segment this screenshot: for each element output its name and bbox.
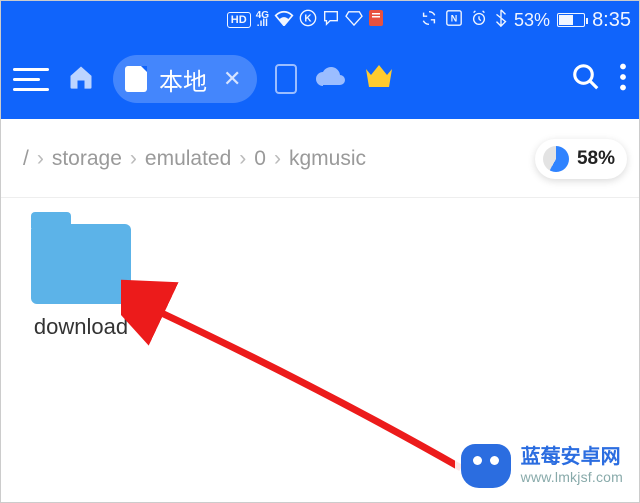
battery-icon — [557, 13, 585, 27]
more-button[interactable] — [619, 63, 627, 96]
device-icon[interactable] — [275, 64, 297, 94]
alarm-icon — [470, 9, 488, 32]
breadcrumb-seg[interactable]: 0 — [248, 147, 272, 171]
folder-label: download — [21, 314, 141, 340]
hd-badge: HD — [227, 12, 251, 28]
chevron-right-icon: › — [239, 147, 246, 171]
breadcrumb-root[interactable]: / — [17, 147, 35, 171]
premium-crown-icon[interactable] — [363, 61, 395, 97]
app-toolbar: 本地 ✕ — [1, 39, 639, 119]
storage-usage-pill[interactable]: 58% — [535, 139, 627, 179]
breadcrumb-seg[interactable]: kgmusic — [283, 147, 372, 171]
close-tab-button[interactable]: ✕ — [223, 66, 241, 92]
network-4g-icon: 4G.ıll — [256, 12, 269, 28]
chevron-right-icon: › — [37, 147, 44, 171]
breadcrumb-seg[interactable]: emulated — [139, 147, 237, 171]
folder-icon — [31, 224, 131, 304]
book-icon — [368, 9, 384, 32]
nfc-icon: N — [445, 9, 463, 32]
svg-text:K: K — [304, 13, 312, 24]
tab-local-storage[interactable]: 本地 ✕ — [113, 55, 257, 103]
sync-icon — [420, 9, 438, 32]
cloud-icon[interactable] — [315, 66, 345, 93]
bluetooth-icon — [495, 9, 507, 32]
chat-icon — [322, 9, 340, 32]
home-button[interactable] — [67, 63, 95, 96]
breadcrumb: / › storage › emulated › 0 › kgmusic 58% — [1, 119, 639, 198]
watermark-logo-icon — [461, 444, 511, 488]
chevron-right-icon: › — [274, 147, 281, 171]
k-circle-icon: K — [299, 9, 317, 32]
watermark-url: www.lmkjsf.com — [521, 469, 623, 485]
annotation-arrow — [121, 268, 481, 498]
usage-percent: 58% — [577, 148, 615, 170]
tab-label: 本地 — [159, 62, 207, 97]
folder-item-download[interactable]: download — [21, 224, 141, 340]
svg-text:N: N — [451, 13, 458, 23]
watermark: 蓝莓安卓网 www.lmkjsf.com — [455, 440, 629, 492]
breadcrumb-seg[interactable]: storage — [46, 147, 128, 171]
chevron-right-icon: › — [130, 147, 137, 171]
pie-icon — [543, 146, 569, 172]
diamond-icon — [345, 10, 363, 31]
menu-button[interactable] — [13, 68, 49, 91]
search-button[interactable] — [571, 62, 601, 97]
status-bar: HD 4G.ıll K N 53% 8:35 — [1, 1, 639, 39]
file-grid: download — [1, 198, 639, 366]
sd-card-icon — [125, 66, 147, 92]
wifi-icon — [274, 10, 294, 31]
watermark-title: 蓝莓安卓网 — [521, 446, 623, 469]
battery-percent: 53% — [514, 10, 550, 31]
clock-time: 8:35 — [592, 9, 631, 32]
